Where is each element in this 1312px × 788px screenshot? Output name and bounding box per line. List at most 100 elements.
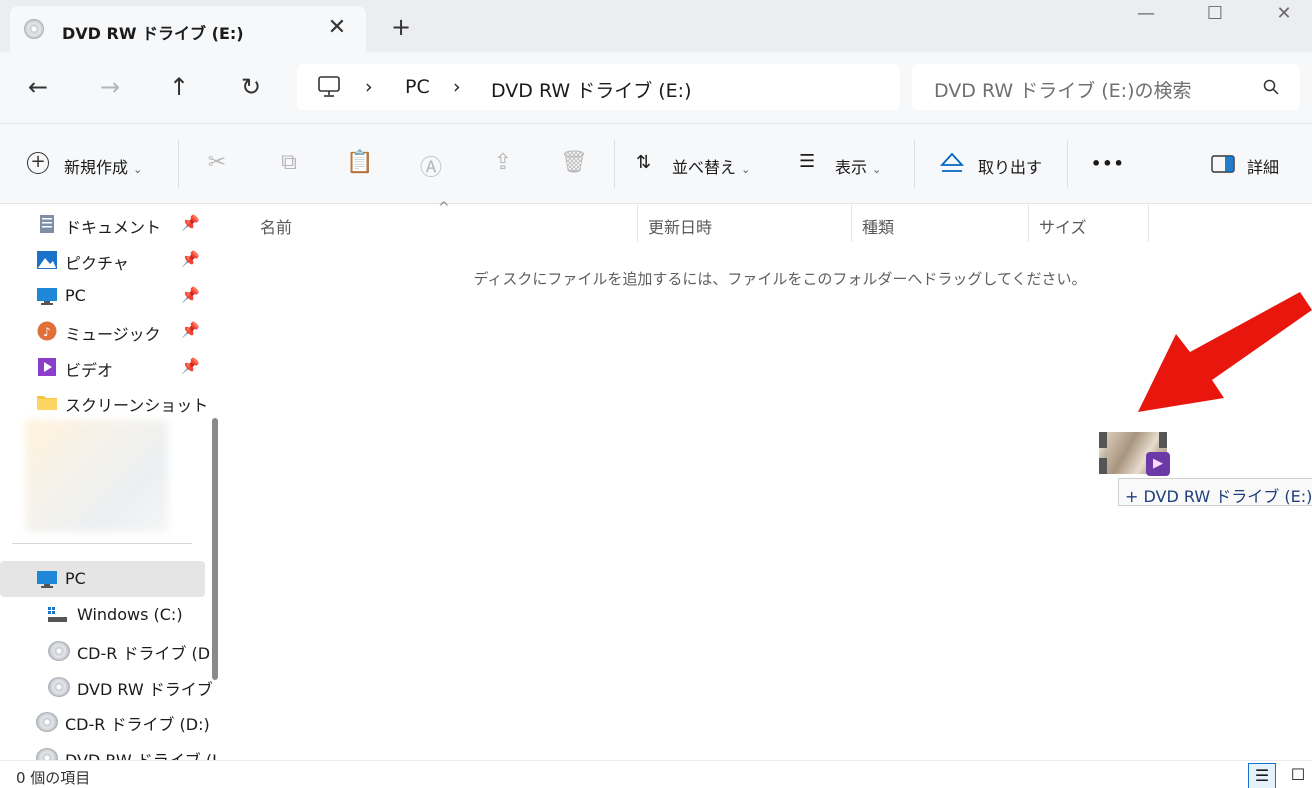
sort-label: 並べ替え [672,158,737,177]
chevron-down-icon: ⌄ [741,163,751,176]
sidebar-item-videos[interactable]: ビデオ 📌 [0,349,205,385]
pin-icon: 📌 [181,250,200,268]
sidebar-item-label: DVD RW ドライブ (I [65,747,217,760]
column-header-name[interactable]: 名前 [260,214,292,238]
breadcrumb-pc[interactable]: PC [405,76,430,98]
sidebar-item-music[interactable]: ♪ ミュージック 📌 [0,313,205,349]
sidebar-item-dvdrw-root[interactable]: DVD RW ドライブ (I [0,739,217,760]
column-header-date[interactable]: 更新日時 [648,214,712,238]
tab-close-icon[interactable]: ✕ [324,15,350,40]
search-placeholder: DVD RW ドライブ (E:)の検索 [934,80,1192,102]
sidebar-item-screenshots[interactable]: スクリーンショット [0,384,209,420]
command-bar: + 新規作成 ⌄ ✂ ⧉ 📋 Ⓐ ⇪ 🗑 ⇅ 並べ替え ⌄ ☰ 表示 ⌄ 取り出… [0,124,1312,204]
video-play-icon: ▶ [1146,452,1170,476]
sidebar-item-label: スクリーンショット [65,396,209,415]
details-button[interactable]: 詳細 [1247,154,1279,178]
sidebar-item-pc-section[interactable]: PC [0,561,205,597]
maximize-button[interactable]: ☐ [1192,2,1238,30]
plus-circle-icon[interactable]: + [27,152,49,174]
eject-icon [940,152,964,172]
copy-icon[interactable]: ⧉ [274,150,304,175]
details-view-icon[interactable]: ☰ [1248,763,1276,788]
sidebar-divider [12,543,192,544]
sidebar-item-label: DVD RW ドライブ [77,680,213,699]
column-header-size[interactable]: サイズ [1039,214,1087,238]
pin-icon: 📌 [181,357,200,375]
toolbar-divider [914,140,915,188]
red-arrow-annotation [1138,292,1312,412]
paste-icon[interactable]: 📋 [345,150,375,175]
chevron-down-icon: ⌄ [133,163,143,176]
sidebar-scrollbar[interactable] [212,418,218,680]
drive-icon [48,607,67,622]
pin-icon: 📌 [181,321,200,339]
forward-button[interactable]: → [92,72,128,104]
sidebar-item-label: Windows (C:) [77,605,183,624]
sidebar-item-pc[interactable]: PC 📌 [0,278,205,314]
sidebar-item-documents[interactable]: ドキュメント 📌 [0,206,205,242]
address-bar[interactable]: › PC › DVD RW ドライブ (E:) [297,64,900,110]
sidebar-item-label: PC [65,569,86,588]
breadcrumb-separator: › [365,76,373,98]
delete-icon[interactable]: 🗑 [559,150,589,175]
disc-icon [48,677,70,697]
tab-dvd-drive[interactable]: DVD RW ドライブ (E:) ✕ [10,6,366,52]
disc-icon [24,19,44,39]
pin-icon: 📌 [181,286,200,304]
eject-button[interactable]: 取り出す [978,154,1042,178]
sidebar-item-cdr-d[interactable]: CD-R ドライブ (D: [0,632,216,668]
disc-icon [36,712,58,732]
search-icon[interactable] [1262,78,1280,96]
monitor-icon [318,76,340,97]
rename-icon[interactable]: Ⓐ [416,150,446,182]
sidebar-item-dvdrw[interactable]: DVD RW ドライブ [0,668,213,704]
breadcrumb-separator[interactable]: › [453,76,461,98]
pictures-icon [37,251,57,269]
sidebar-item-windows-c[interactable]: Windows (C:) [0,597,205,633]
status-bar: 0 個の項目 ☰ ☐ [0,760,1312,788]
search-input[interactable]: DVD RW ドライブ (E:)の検索 [912,64,1300,110]
new-button[interactable]: 新規作成 ⌄ [64,154,142,178]
column-divider[interactable] [851,204,852,242]
document-icon [40,215,54,233]
sidebar-item-pictures[interactable]: ピクチャ 📌 [0,242,205,278]
up-button[interactable]: ↑ [161,72,197,104]
toolbar-divider [178,140,179,188]
sort-up-icon: ^ [438,200,450,216]
more-options-button[interactable]: ••• [1091,154,1125,173]
column-divider[interactable] [637,204,638,242]
svg-text:♪: ♪ [43,325,51,339]
column-header-type[interactable]: 種類 [862,214,894,238]
drag-drop-tooltip: + DVD RW ドライブ (E:) へ [1118,478,1312,506]
new-tab-button[interactable]: + [388,13,414,41]
breadcrumb-dvd-drive[interactable]: DVD RW ドライブ (E:) [491,76,692,103]
cut-icon[interactable]: ✂ [202,150,232,175]
chevron-down-icon: ⌄ [872,163,882,176]
close-window-button[interactable]: ✕ [1261,2,1307,30]
column-divider[interactable] [1028,204,1029,242]
sidebar-item-cdr-d-root[interactable]: CD-R ドライブ (D:) [0,703,210,739]
view-label: 表示 [835,158,868,177]
title-bar: DVD RW ドライブ (E:) ✕ + — ☐ ✕ [0,0,1312,52]
column-divider[interactable] [1148,204,1149,242]
details-pane-icon [1211,155,1235,173]
large-icons-view-icon[interactable]: ☐ [1284,763,1312,788]
music-icon: ♪ [37,321,57,341]
minimize-button[interactable]: — [1123,2,1169,30]
sidebar-item-label: ピクチャ [65,254,129,273]
tab-title: DVD RW ドライブ (E:) [62,24,244,43]
view-button[interactable]: 表示 ⌄ [835,154,881,178]
folder-icon [37,396,57,410]
disc-icon [36,748,58,760]
refresh-button[interactable]: ↻ [233,72,269,104]
share-icon[interactable]: ⇪ [488,150,518,175]
back-button[interactable]: ← [20,72,56,104]
sidebar-item-label: ビデオ [65,361,114,380]
item-count: 0 個の項目 [16,769,91,787]
disc-icon [48,641,70,661]
sidebar-item-label: CD-R ドライブ (D: [77,644,216,663]
pc-icon [37,288,57,305]
pc-icon [37,571,57,588]
sort-button[interactable]: 並べ替え ⌄ [672,154,750,178]
address-row: ← → ↑ ↻ › PC › DVD RW ドライブ (E:) DVD RW ド… [0,52,1312,124]
